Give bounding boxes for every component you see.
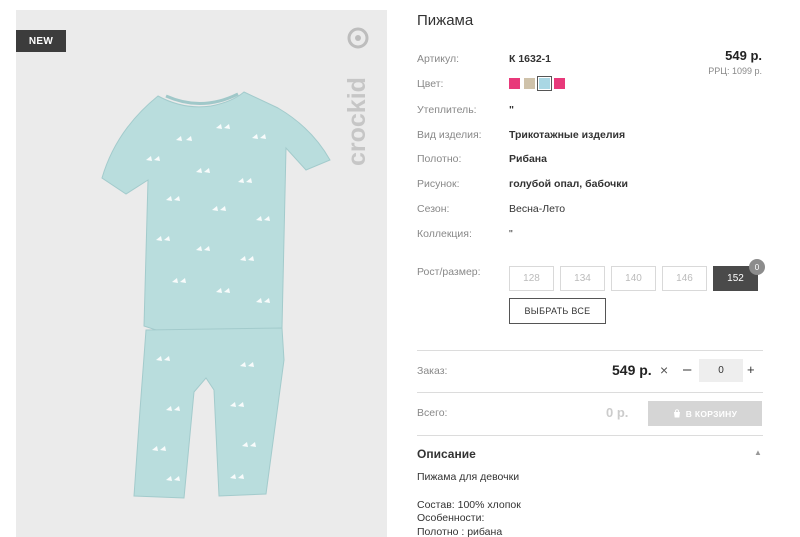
attr-label: Вид изделия: [417, 129, 482, 141]
attr-label: Артикул: [417, 53, 460, 65]
attr-label: Полотно: [417, 153, 462, 165]
divider [417, 350, 763, 351]
color-swatch[interactable] [554, 78, 565, 89]
brand-logo-text: crockid [343, 77, 371, 166]
quantity-input[interactable] [699, 359, 743, 382]
attr-label: Цвет: [417, 78, 444, 90]
attr-value: К 1632-1 [509, 53, 552, 65]
product-title: Пижама [417, 12, 474, 29]
new-badge: NEW [16, 30, 66, 52]
color-swatches [509, 76, 565, 91]
order-price: 549 р. [612, 362, 652, 378]
product-price: 549 р. [725, 48, 762, 63]
attr-value: голубой опал, бабочки [509, 178, 628, 190]
attr-row-type: Вид изделия: Трикотажные изделия [417, 129, 625, 141]
attr-row-article: Артикул: К 1632-1 [417, 53, 551, 65]
description-heading[interactable]: Описание [417, 447, 476, 461]
attr-value: " [509, 104, 514, 116]
description-line: Пижама для девочки [417, 471, 520, 483]
add-to-cart-button[interactable]: В КОРЗИНУ [648, 401, 762, 426]
attr-label: Коллекция: [417, 228, 472, 240]
collapse-caret-icon[interactable]: ▲ [754, 448, 762, 457]
size-option-label: 152 [727, 273, 744, 284]
description-line: Особенности: [417, 512, 485, 524]
size-option[interactable]: 128 [509, 266, 554, 291]
basket-icon [673, 409, 680, 418]
product-photo[interactable]: NEW crockid [16, 10, 387, 537]
attr-row-color: Цвет: [417, 78, 509, 90]
color-swatch[interactable] [509, 78, 520, 89]
total-value: 0 р. [606, 405, 629, 420]
rrp-price: РРЦ: 1099 р. [708, 66, 762, 76]
total-label: Всего: [417, 407, 448, 419]
size-option-selected[interactable]: 152 0 [713, 259, 765, 291]
attr-row-collection: Коллекция: " [417, 228, 513, 240]
size-option[interactable]: 146 [662, 266, 707, 291]
color-swatch[interactable] [524, 78, 535, 89]
size-label: Рост/размер: [417, 266, 481, 278]
size-row: Рост/размер: [417, 266, 509, 278]
attr-row-season: Сезон: Весна-Лето [417, 203, 565, 215]
size-option[interactable]: 134 [560, 266, 605, 291]
attr-label: Сезон: [417, 203, 450, 215]
attr-label: Утеплитель: [417, 104, 477, 116]
attr-value: " [509, 228, 513, 240]
description-line: Полотно : рибана [417, 526, 503, 537]
multiply-icon: × [660, 362, 669, 378]
add-to-cart-label: В КОРЗИНУ [685, 408, 738, 419]
pajama-image [101, 91, 331, 499]
brand-logo: crockid [343, 27, 371, 166]
size-options: 128 134 140 146 152 0 [509, 259, 765, 291]
description-line: Состав: 100% хлопок [417, 499, 521, 511]
attr-value: Трикотажные изделия [509, 129, 626, 141]
order-label: Заказ: [417, 365, 448, 377]
attr-value: Весна-Лето [509, 203, 566, 215]
attr-row-insulation: Утеплитель: " [417, 104, 514, 116]
select-all-button[interactable]: ВЫБРАТЬ ВСЕ [509, 298, 606, 324]
attr-row-fabric: Полотно: Рибана [417, 153, 547, 165]
attr-row-print: Рисунок: голубой опал, бабочки [417, 178, 628, 190]
size-count-badge: 0 [749, 259, 765, 275]
divider [417, 435, 763, 436]
color-swatch-selected[interactable] [537, 76, 552, 91]
decrement-button[interactable]: – [683, 361, 691, 378]
attr-label: Рисунок: [417, 178, 460, 190]
increment-button[interactable]: + [747, 362, 755, 377]
size-option[interactable]: 140 [611, 266, 656, 291]
attr-value: Рибана [509, 153, 547, 165]
divider [417, 392, 763, 393]
